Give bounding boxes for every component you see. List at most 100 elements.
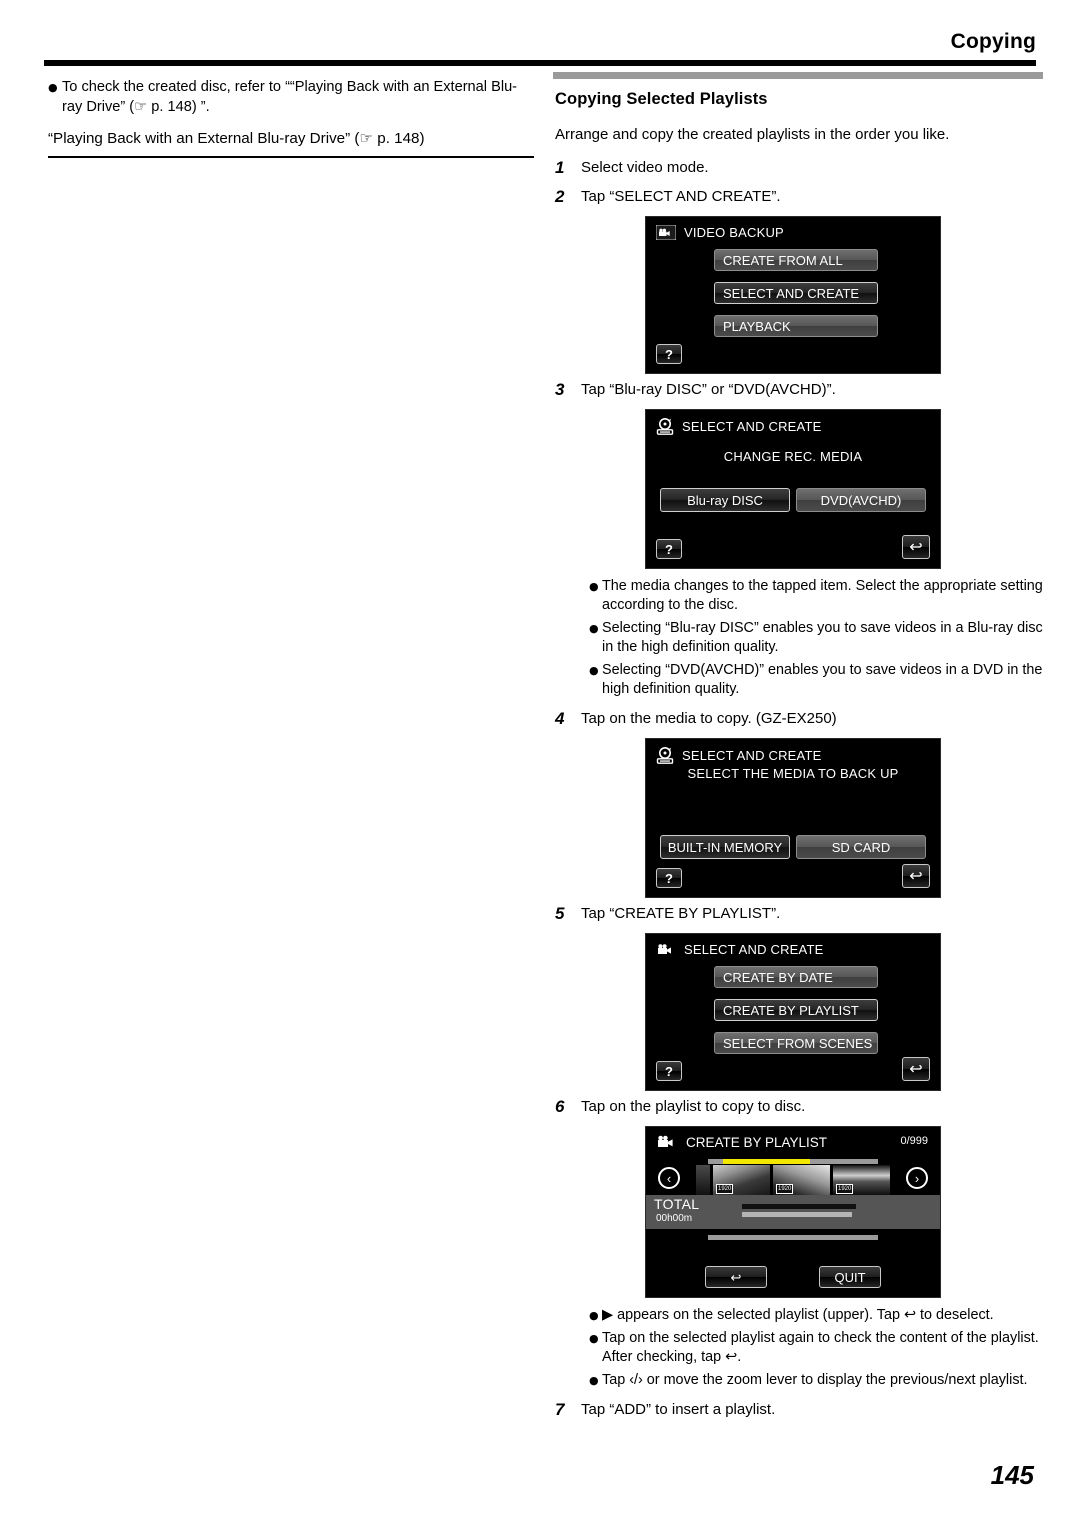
- header-rule: [44, 60, 1036, 66]
- button-playback[interactable]: PLAYBACK: [714, 315, 878, 337]
- page-number: 145: [990, 1460, 1034, 1490]
- media-button-pair: BUILT-IN MEMORY SD CARD: [660, 835, 926, 859]
- media-button-pair: Blu-ray DISC DVD(AVCHD): [660, 488, 926, 512]
- section-rule: [553, 72, 1043, 79]
- bullet-dot-icon: ●: [589, 1332, 599, 1345]
- button-dvd-avchd[interactable]: DVD(AVCHD): [796, 488, 926, 512]
- screen-title: VIDEO BACKUP: [684, 225, 784, 240]
- back-button[interactable]: ↩: [902, 1057, 930, 1081]
- button-built-in-memory[interactable]: BUILT-IN MEMORY: [660, 835, 790, 859]
- button-create-from-all[interactable]: CREATE FROM ALL: [714, 249, 878, 271]
- step-number: 3: [555, 380, 565, 399]
- screen-title: SELECT AND CREATE: [682, 419, 822, 434]
- thumbnail-item[interactable]: 1920: [833, 1165, 890, 1195]
- disc-drive-icon: [656, 418, 674, 435]
- screen-video-backup: VIDEO BACKUP CREATE FROM ALL SELECT AND …: [645, 216, 941, 374]
- step-1: 1 Select video mode.: [555, 158, 1043, 178]
- left-column: ● To check the created disc, refer to ““…: [48, 78, 534, 158]
- step-number: 7: [555, 1400, 565, 1419]
- step-text: Tap “SELECT AND CREATE”.: [581, 188, 781, 205]
- note-text: Selecting “DVD(AVCHD)” enables you to sa…: [602, 662, 1043, 697]
- screen-create-by-playlist: CREATE BY PLAYLIST 0/999 1920 1920 1920: [645, 1126, 941, 1298]
- video-camera-icon: [656, 1134, 678, 1150]
- bullet-dot-icon: ●: [589, 1374, 599, 1387]
- note-text: The media changes to the tapped item. Se…: [602, 578, 1043, 613]
- step-number: 5: [555, 904, 565, 923]
- previous-playlist-icon[interactable]: ‹: [658, 1167, 680, 1189]
- total-label: TOTAL: [654, 1196, 700, 1212]
- bullet-dot-icon: ●: [589, 664, 599, 677]
- back-button[interactable]: ↩: [902, 864, 930, 888]
- page-header-title: Copying: [950, 30, 1036, 53]
- button-create-by-date[interactable]: CREATE BY DATE: [714, 966, 878, 988]
- button-create-by-playlist[interactable]: CREATE BY PLAYLIST: [714, 999, 878, 1021]
- disc-drive-icon: [656, 747, 674, 764]
- video-camera-icon: [656, 225, 676, 240]
- screen-header: CREATE BY PLAYLIST: [646, 1127, 940, 1150]
- step-6: 6 Tap on the playlist to copy to disc.: [555, 1097, 1043, 1117]
- note-item: ● Tap on the selected playlist again to …: [589, 1329, 1043, 1367]
- playlist-counter: 0/999: [900, 1135, 928, 1147]
- right-column: Copying Selected Playlists Arrange and c…: [553, 72, 1043, 1429]
- screen-select-and-create: SELECT AND CREATE CREATE BY DATE CREATE …: [645, 933, 941, 1091]
- thumbnail-item[interactable]: 1920: [773, 1165, 830, 1195]
- step-7: 7 Tap “ADD” to insert a playlist.: [555, 1400, 1043, 1420]
- screen-title: SELECT AND CREATE: [684, 942, 824, 957]
- note-text: Tap on the selected playlist again to ch…: [602, 1330, 1039, 1365]
- screen-change-rec-media: SELECT AND CREATE CHANGE REC. MEDIA Blu-…: [645, 409, 941, 569]
- note-text: Selecting “Blu-ray DISC” enables you to …: [602, 620, 1043, 655]
- menu-stack: CREATE FROM ALL SELECT AND CREATE PLAYBA…: [714, 249, 878, 348]
- playlist-scroll-bar[interactable]: [708, 1159, 878, 1164]
- note-item: ● ▶ appears on the selected playlist (up…: [589, 1306, 1043, 1325]
- note-text: Tap ‹/› or move the zoom lever to displa…: [602, 1372, 1028, 1388]
- next-playlist-icon[interactable]: ›: [906, 1167, 928, 1189]
- total-value: 00h00m: [656, 1213, 693, 1224]
- step-2: 2 Tap “SELECT AND CREATE”.: [555, 187, 1043, 207]
- thumbnail-resolution-tag: 1920: [716, 1184, 734, 1194]
- step-number: 4: [555, 709, 565, 728]
- step-text: Tap on the media to copy. (GZ-EX250): [581, 710, 837, 727]
- thumbnail-item[interactable]: 1920: [713, 1165, 770, 1195]
- button-blu-ray-disc[interactable]: Blu-ray DISC: [660, 488, 790, 512]
- button-sd-card[interactable]: SD CARD: [796, 835, 926, 859]
- help-button[interactable]: ?: [656, 539, 682, 559]
- left-bullet-text: To check the created disc, refer to ““Pl…: [62, 79, 518, 115]
- screen-subtitle: SELECT THE MEDIA TO BACK UP: [687, 766, 899, 781]
- playlist-strip: 1920 1920 1920 ‹ ›: [646, 1159, 940, 1195]
- playlist-thumbnails: 1920 1920 1920: [696, 1165, 890, 1195]
- button-select-and-create[interactable]: SELECT AND CREATE: [714, 282, 878, 304]
- thumbnail-resolution-tag: 1920: [776, 1184, 794, 1194]
- bullet-dot-icon: ●: [48, 81, 58, 94]
- notes-after-step-3: ● The media changes to the tapped item. …: [589, 577, 1043, 699]
- step-number: 1: [555, 158, 565, 177]
- note-text: ▶ appears on the selected playlist (uppe…: [602, 1307, 994, 1323]
- step-4: 4 Tap on the media to copy. (GZ-EX250): [555, 709, 1043, 729]
- quit-button[interactable]: QUIT: [819, 1266, 881, 1288]
- step-text: Tap “CREATE BY PLAYLIST”.: [581, 905, 781, 922]
- total-track-light: [742, 1212, 852, 1217]
- manual-page: Copying ● To check the created disc, ref…: [0, 0, 1080, 1527]
- total-track-dark: [742, 1204, 856, 1209]
- back-button[interactable]: ↩: [705, 1266, 767, 1288]
- help-button[interactable]: ?: [656, 1061, 682, 1081]
- note-item: ● Selecting “DVD(AVCHD)” enables you to …: [589, 661, 1043, 699]
- menu-stack: CREATE BY DATE CREATE BY PLAYLIST SELECT…: [714, 966, 878, 1065]
- thumbnail-partial[interactable]: [696, 1165, 710, 1195]
- screen-select-media: SELECT AND CREATE SELECT THE MEDIA TO BA…: [645, 738, 941, 898]
- section-lead: Arrange and copy the created playlists i…: [555, 126, 950, 143]
- step-text: Tap “ADD” to insert a playlist.: [581, 1401, 776, 1418]
- screen-subtitle: CHANGE REC. MEDIA: [723, 449, 863, 464]
- back-button[interactable]: ↩: [902, 535, 930, 559]
- step-3: 3 Tap “Blu-ray DISC” or “DVD(AVCHD)”.: [555, 380, 1043, 400]
- playlist-lower-bar: [708, 1235, 878, 1240]
- section-title: Copying Selected Playlists: [555, 90, 768, 108]
- button-select-from-scenes[interactable]: SELECT FROM SCENES: [714, 1032, 878, 1054]
- step-text: Tap “Blu-ray DISC” or “DVD(AVCHD)”.: [581, 381, 836, 398]
- bullet-dot-icon: ●: [589, 622, 599, 635]
- note-item: ● The media changes to the tapped item. …: [589, 577, 1043, 615]
- help-button[interactable]: ?: [656, 344, 682, 364]
- help-button[interactable]: ?: [656, 868, 682, 888]
- reference-link[interactable]: “Playing Back with an External Blu-ray D…: [48, 129, 534, 158]
- screen-title: SELECT AND CREATE: [682, 748, 822, 763]
- screen-header: SELECT AND CREATE: [646, 739, 940, 764]
